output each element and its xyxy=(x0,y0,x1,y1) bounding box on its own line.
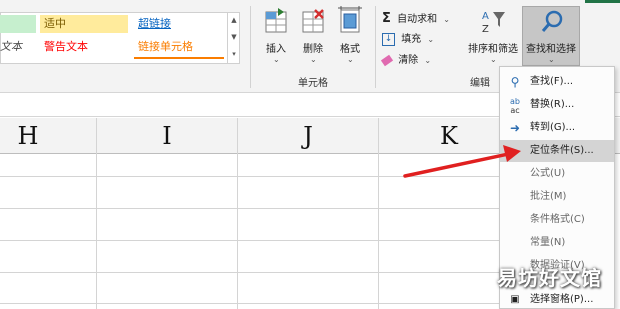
menu-item-label: 条件格式(C) xyxy=(530,214,585,225)
chevron-down-icon: ⌄ xyxy=(347,55,354,64)
menu-item-selection-pane[interactable]: ▣ 选择窗格(P)... xyxy=(500,293,614,309)
gallery-scroll-down[interactable]: ▼ xyxy=(227,29,240,46)
menu-item-conditional-formatting[interactable]: 条件格式(C) xyxy=(500,209,614,231)
fill-button[interactable]: ↓ 填充 ⌄ xyxy=(382,31,452,49)
cell-style-warning-label: 警告文本 xyxy=(44,40,88,53)
menu-item-label: 替换(R)... xyxy=(530,99,575,110)
chevron-down-icon: ⌄ xyxy=(310,55,317,64)
menu-item-label: 查找(F)... xyxy=(530,76,574,87)
row-divider xyxy=(0,272,500,273)
cells-group-label: 单元格 xyxy=(298,78,328,89)
insert-icon xyxy=(265,8,287,33)
chevron-down-icon: ⌄ xyxy=(424,56,432,65)
sort-filter-label: 排序和筛选 xyxy=(468,44,518,55)
replace-icon: ab ac xyxy=(510,97,520,115)
gallery-scroll-up[interactable]: ▲ xyxy=(227,12,240,29)
separator xyxy=(250,6,251,88)
delete-icon xyxy=(302,9,324,33)
svg-text:A: A xyxy=(482,11,489,22)
window-accent xyxy=(585,0,620,3)
insert-label: 插入 xyxy=(266,44,286,55)
cell-style-neutral-label: 适中 xyxy=(44,17,66,30)
menu-item-label: 选择窗格(P)... xyxy=(530,294,594,305)
column-divider xyxy=(378,118,379,309)
row-divider xyxy=(0,208,500,209)
column-header-j[interactable]: J xyxy=(238,118,378,154)
insert-button[interactable]: 插入 ⌄ xyxy=(258,6,294,66)
delete-button[interactable]: 删除 ⌄ xyxy=(296,6,330,66)
menu-item-goto[interactable]: ➜ 转到(G)... xyxy=(500,117,614,139)
column-divider xyxy=(96,118,97,309)
arrow-right-icon: ➜ xyxy=(509,121,521,135)
cell-style-text[interactable]: 文本 xyxy=(0,38,36,56)
chevron-down-icon: ⌄ xyxy=(443,15,450,24)
autosum-label: 自动求和 xyxy=(397,14,438,25)
clear-button[interactable]: 清除 ⌄ xyxy=(380,52,452,70)
menu-item-replace[interactable]: ab ac 替换(R)... xyxy=(500,94,614,116)
column-divider xyxy=(237,118,238,309)
autosum-button[interactable]: Σ 自动求和 ⌄ xyxy=(382,10,462,28)
row-divider xyxy=(0,240,500,241)
cell-style-hyperlink-label: 超链接 xyxy=(138,17,171,30)
sort-filter-icon: A Z xyxy=(482,11,505,35)
format-icon xyxy=(338,6,362,33)
delete-label: 删除 xyxy=(303,44,323,55)
format-label: 格式 xyxy=(340,44,360,55)
eraser-icon xyxy=(380,54,394,66)
cell-style-warning[interactable]: 警告文本 xyxy=(40,38,128,56)
fill-down-icon: ↓ xyxy=(382,32,395,46)
column-header-i[interactable]: I xyxy=(97,118,237,154)
cell-style-text-label: 文本 xyxy=(0,40,22,53)
selection-pane-icon: ▣ xyxy=(510,294,520,305)
menu-item-label: 常量(N) xyxy=(530,237,566,248)
svg-text:Z: Z xyxy=(482,24,489,35)
menu-item-constants[interactable]: 常量(N) xyxy=(500,232,614,254)
clear-label: 清除 xyxy=(398,55,419,66)
menu-item-label: 定位条件(S)... xyxy=(530,145,594,156)
chevron-down-icon: ⌄ xyxy=(273,55,280,64)
format-button[interactable]: 格式 ⌄ xyxy=(333,6,367,66)
watermark-text: 易坊好文馆 xyxy=(497,266,602,290)
cell-style-linked-label: 链接单元格 xyxy=(138,40,193,53)
editing-group-label: 编辑 xyxy=(470,78,490,89)
cell-style-good[interactable] xyxy=(0,15,36,33)
menu-item-label: 批注(M) xyxy=(530,191,567,202)
cell-style-neutral[interactable]: 适中 xyxy=(40,15,128,33)
menu-item-label: 公式(U) xyxy=(530,168,566,179)
magnifier-icon xyxy=(541,10,563,32)
row-divider xyxy=(0,303,500,304)
chevron-down-icon: ⌄ xyxy=(427,35,435,44)
search-icon: ⚲ xyxy=(510,75,520,89)
menu-item-label: 转到(G)... xyxy=(530,122,576,133)
sort-filter-button[interactable]: A Z 排序和筛选 ⌄ xyxy=(465,6,521,66)
sigma-icon: Σ xyxy=(382,11,391,26)
chevron-down-icon: ⌄ xyxy=(548,55,555,64)
menu-item-comments[interactable]: 批注(M) xyxy=(500,186,614,208)
find-select-button[interactable]: 查找和选择 ⌄ xyxy=(522,6,580,66)
gallery-more[interactable]: ▾ xyxy=(227,46,240,63)
menu-item-find[interactable]: ⚲ 查找(F)... xyxy=(500,71,614,93)
chevron-down-icon: ⌄ xyxy=(490,55,497,64)
cell-style-linked-cell[interactable]: 链接单元格 xyxy=(134,38,224,59)
cell-style-hyperlink[interactable]: 超链接 xyxy=(134,15,224,33)
annotation-arrow xyxy=(403,145,521,178)
column-header-h[interactable]: H xyxy=(0,118,56,154)
separator xyxy=(375,6,376,88)
fill-label: 填充 xyxy=(401,34,422,45)
find-select-label: 查找和选择 xyxy=(526,44,576,55)
